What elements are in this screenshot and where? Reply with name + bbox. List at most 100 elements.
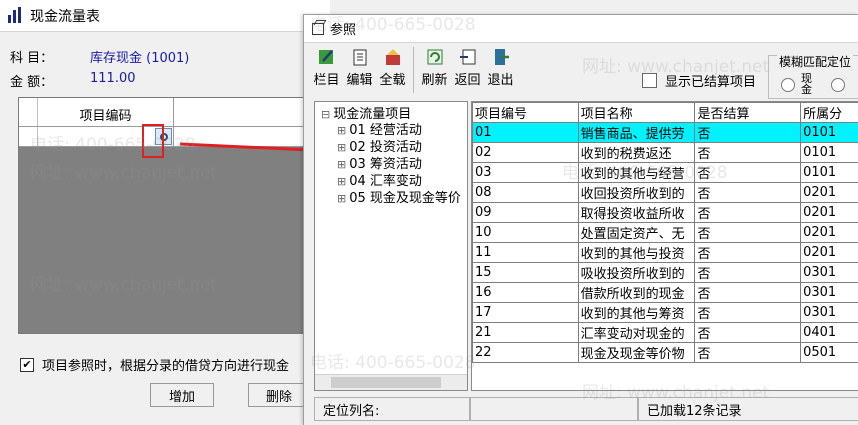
table-cell[interactable]: 01	[472, 122, 579, 143]
amount-label: 金 额：	[10, 75, 54, 90]
subject-row: 科 目： 库存现金 (1001)	[10, 47, 189, 66]
table-cell[interactable]: 否	[694, 202, 802, 223]
table-cell[interactable]: 否	[694, 302, 802, 323]
table-cell[interactable]: 0201	[800, 182, 858, 203]
reference-grid[interactable]: 项目编号 项目名称 是否结算 所属分 01 销售商品、提供劳否 0101 02 收到的税…	[471, 101, 858, 391]
direction-checkbox-row[interactable]: ✔ 项目参照时，根据分录的借贷方向进行现金	[20, 355, 289, 374]
table-cell[interactable]: 取得投资收益所收	[577, 202, 696, 223]
cash-flow-titlebar: 现金流量表	[0, 0, 330, 32]
table-cell[interactable]: 0401	[800, 322, 858, 343]
table-cell[interactable]: 否	[694, 342, 802, 363]
table-cell[interactable]: 22	[472, 342, 579, 363]
table-cell[interactable]: 否	[694, 162, 802, 183]
refresh-icon	[427, 49, 442, 65]
tree-horizontal-scrollbar[interactable]	[315, 374, 467, 390]
table-cell[interactable]: 16	[472, 282, 579, 303]
table-cell[interactable]: 否	[694, 122, 802, 143]
table-cell[interactable]: 10	[472, 222, 579, 243]
table-cell[interactable]: 0301	[800, 262, 858, 283]
table-cell[interactable]: 17	[472, 302, 579, 323]
exit-label: 退出	[487, 73, 514, 88]
edit-icon	[353, 49, 366, 66]
radio-option-1-label: 现 金	[801, 72, 812, 96]
table-cell[interactable]: 03	[472, 162, 579, 183]
table-cell[interactable]: 0301	[800, 302, 858, 323]
refresh-button[interactable]: 刷新	[418, 47, 451, 93]
table-cell[interactable]: 收回投资所收到的	[577, 182, 696, 203]
radio-option-2[interactable]	[831, 78, 845, 92]
table-cell[interactable]: 汇率变动对现金的	[577, 322, 696, 343]
table-row[interactable]: 11 收到的其他与投资否 0201	[472, 242, 858, 263]
table-cell[interactable]: 02	[472, 142, 579, 163]
table-cell[interactable]: 收到的其他与筹资	[577, 302, 696, 323]
columns-button[interactable]: 栏目	[310, 47, 343, 93]
table-row[interactable]: 02 收到的税费返还否 0101	[472, 142, 858, 163]
table-cell[interactable]: 借款所收到的现金	[577, 282, 696, 303]
table-cell[interactable]: 处置固定资产、无	[577, 222, 696, 243]
direction-checkbox[interactable]: ✔	[20, 357, 34, 372]
table-row[interactable]: 15 吸收投资所收到的否 0301	[472, 262, 858, 283]
table-cell[interactable]: 否	[694, 182, 802, 203]
table-cell[interactable]: 0201	[800, 202, 858, 223]
table-cell[interactable]: 21	[472, 322, 579, 343]
chart-app-icon	[6, 6, 24, 25]
table-cell[interactable]: 否	[694, 222, 802, 243]
table-cell[interactable]: 0201	[800, 242, 858, 263]
tree-item[interactable]: ⊞ 05 现金及现金等价	[337, 187, 461, 206]
loaded-count-status: 已加载12条记录	[638, 397, 858, 421]
column-header[interactable]: 项目编号	[472, 102, 579, 123]
table-cell[interactable]: 15	[472, 262, 579, 283]
table-row[interactable]: 21 汇率变动对现金的否 0401	[472, 322, 858, 343]
locate-column-field[interactable]	[470, 397, 638, 421]
table-row[interactable]: 03 收到的其他与经营否 0101	[472, 162, 858, 183]
table-row[interactable]: 22 现金及现金等价物否 0501	[472, 342, 858, 363]
radio-option-1[interactable]	[781, 78, 795, 92]
table-cell[interactable]: 11	[472, 242, 579, 263]
table-cell[interactable]: 0101	[800, 142, 858, 163]
add-button[interactable]: 增加	[150, 383, 214, 407]
table-cell[interactable]: 收到的其他与投资	[577, 242, 696, 263]
table-cell[interactable]: 0101	[800, 162, 858, 183]
table-cell[interactable]: 现金及现金等价物	[577, 342, 696, 363]
column-header[interactable]: 所属分	[800, 102, 858, 123]
table-cell[interactable]: 否	[694, 282, 802, 303]
table-row[interactable]: 08 收回投资所收到的否 0201	[472, 182, 858, 203]
table-row[interactable]: 10 处置固定资产、无否 0201	[472, 222, 858, 243]
table-row[interactable]: 09 取得投资收益所收否 0201	[472, 202, 858, 223]
table-row[interactable]: 16 借款所收到的现金否 0301	[472, 282, 858, 303]
return-button[interactable]: 返回	[451, 47, 484, 93]
cash-flow-title: 现金流量表	[30, 8, 100, 25]
table-cell[interactable]: 否	[694, 322, 802, 343]
table-cell[interactable]: 销售商品、提供劳	[577, 122, 696, 143]
table-cell[interactable]: 收到的其他与经营	[577, 162, 696, 183]
columns-icon	[318, 50, 333, 64]
subject-label: 科 目：	[10, 51, 54, 66]
delete-button[interactable]: 删除	[248, 383, 310, 407]
table-cell[interactable]: 否	[694, 142, 802, 163]
expand-icon[interactable]: ⊞	[337, 192, 346, 205]
amount-value: 111.00	[90, 71, 136, 86]
table-cell[interactable]: 否	[694, 242, 802, 263]
collapse-icon[interactable]: ⊟	[321, 108, 330, 121]
table-cell[interactable]: 0101	[800, 122, 858, 143]
table-cell[interactable]: 否	[694, 262, 802, 283]
scrollbar-thumb[interactable]	[331, 377, 441, 388]
show-settled-checkbox[interactable]	[642, 73, 657, 88]
table-row[interactable]: 17 收到的其他与筹资否 0301	[472, 302, 858, 323]
edit-button[interactable]: 编辑	[343, 47, 376, 93]
table-cell[interactable]: 0501	[800, 342, 858, 363]
table-cell[interactable]: 0301	[800, 282, 858, 303]
reference-table: 项目编号 项目名称 是否结算 所属分 01 销售商品、提供劳否 0101 02 收到的税…	[472, 102, 858, 363]
show-settled-option[interactable]: 显示已结算项目	[642, 71, 756, 90]
exit-button[interactable]: 退出	[484, 47, 517, 93]
table-cell[interactable]: 吸收投资所收到的	[577, 262, 696, 283]
column-header[interactable]: 项目名称	[577, 102, 696, 123]
load-all-button[interactable]: 全载	[376, 47, 409, 93]
category-tree[interactable]: ⊟ 现金流量项目 ⊞ 01 经营活动 ⊞ 02 投资活动 ⊞ 03 筹资活动 ⊞ 04 汇…	[314, 101, 468, 391]
table-cell[interactable]: 0201	[800, 222, 858, 243]
column-header[interactable]: 是否结算	[694, 102, 802, 123]
table-cell[interactable]: 收到的税费返还	[577, 142, 696, 163]
table-cell[interactable]: 09	[472, 202, 579, 223]
table-row[interactable]: 01 销售商品、提供劳否 0101	[472, 122, 858, 143]
table-cell[interactable]: 08	[472, 182, 579, 203]
